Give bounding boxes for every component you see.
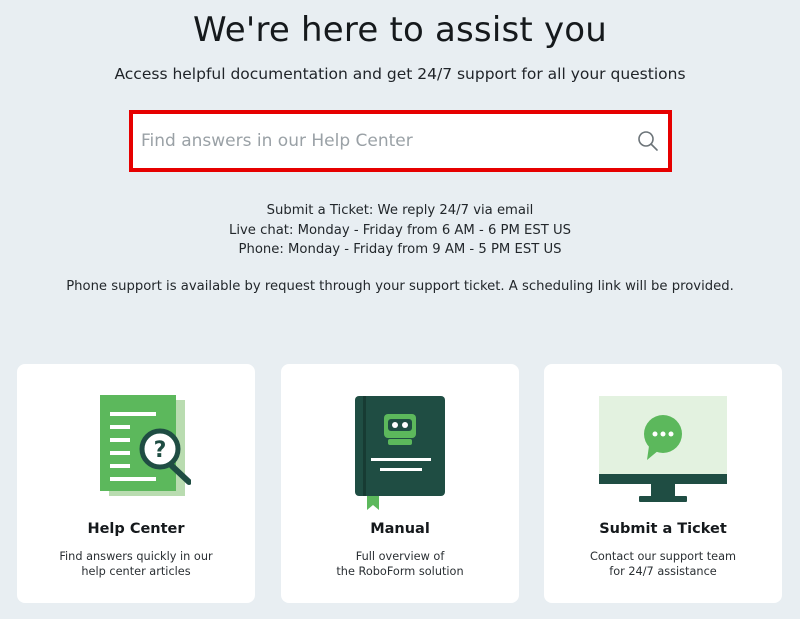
card-description-line: Contact our support team <box>589 550 737 563</box>
card-description: Full overview of the RoboForm solution <box>281 549 519 579</box>
svg-text:?: ? <box>154 438 167 463</box>
ticket-hours: Submit a Ticket: We reply 24/7 via email <box>266 203 534 218</box>
manual-card[interactable]: Manual Full overview of the RoboForm sol… <box>281 364 519 603</box>
help-center-document-icon: ? <box>17 392 255 512</box>
search-icon[interactable] <box>628 114 668 168</box>
support-hours: Submit a Ticket: We reply 24/7 via email… <box>0 201 800 260</box>
card-description-line: for 24/7 assistance <box>609 565 717 578</box>
page-title: We're here to assist you <box>192 10 608 50</box>
page-subtitle: Access helpful documentation and get 24/… <box>114 65 686 83</box>
card-description: Contact our support team for 24/7 assist… <box>544 549 782 579</box>
submit-ticket-card[interactable]: Submit a Ticket Contact our support team… <box>544 364 782 603</box>
card-description-line: help center articles <box>81 565 191 578</box>
card-title: Manual <box>370 521 430 537</box>
search-bar[interactable] <box>133 114 668 168</box>
phone-support-note: Phone support is available by request th… <box>66 279 734 294</box>
card-description: Find answers quickly in our help center … <box>17 549 255 579</box>
live-chat-hours: Live chat: Monday - Friday from 6 AM - 6… <box>228 222 572 238</box>
help-center-card[interactable]: ? Help Center Find answers quickly in ou… <box>17 364 255 603</box>
phone-hours: Phone: Monday - Friday from 9 AM - 5 PM … <box>238 242 562 257</box>
submit-ticket-monitor-icon <box>544 392 782 512</box>
card-title: Submit a Ticket <box>599 521 727 537</box>
search-input[interactable] <box>133 114 628 168</box>
card-title: Help Center <box>87 521 185 537</box>
card-description-line: Find answers quickly in our <box>59 550 213 563</box>
card-description-line: the RoboForm solution <box>336 565 464 578</box>
manual-book-icon <box>281 392 519 512</box>
card-description-line: Full overview of <box>355 550 445 563</box>
